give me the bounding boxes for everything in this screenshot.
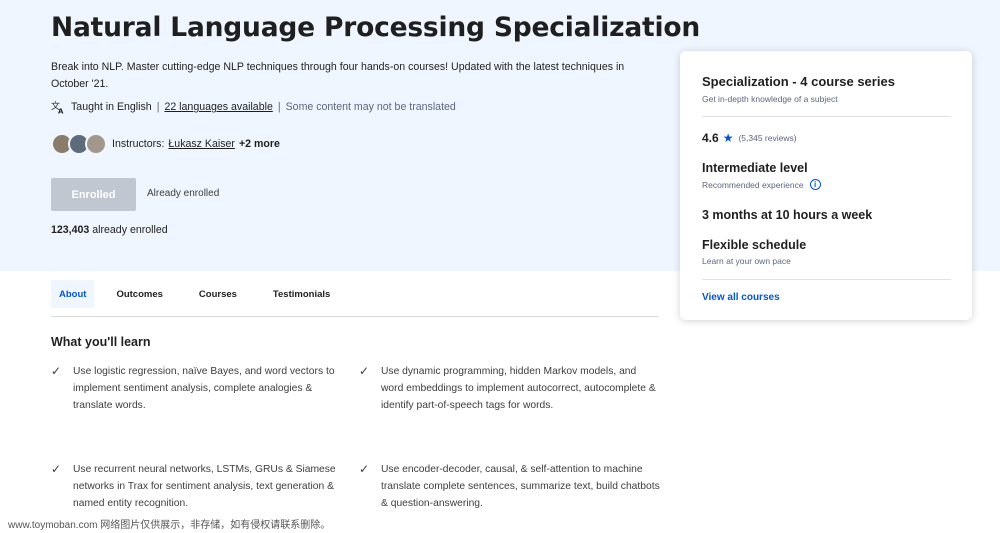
tab-about[interactable]: About xyxy=(51,280,95,308)
check-icon: ✓ xyxy=(359,462,370,476)
enrolled-suffix: already enrolled xyxy=(92,224,168,236)
instructor-avatars[interactable] xyxy=(51,133,107,155)
watermark: www.toymoban.com 网络图片仅供展示，非存储，如有侵权请联系删除。 xyxy=(8,520,331,531)
level-subtitle: Recommended experience i xyxy=(702,179,821,190)
check-icon: ✓ xyxy=(359,364,370,378)
list-item: ✓ Use recurrent neural networks, LSTMs, … xyxy=(51,461,343,512)
section-tabs: About Outcomes Courses Testimonials xyxy=(51,280,358,308)
tabs-divider xyxy=(51,316,658,317)
check-icon: ✓ xyxy=(51,462,62,476)
instructors-row: Instructors: Łukasz Kaiser +2 more xyxy=(51,133,280,155)
learn-item-text: Use dynamic programming, hidden Markov m… xyxy=(381,366,656,411)
list-item: ✓ Use logistic regression, naïve Bayes, … xyxy=(51,363,343,414)
reviews-count[interactable]: (5,345 reviews) xyxy=(738,133,796,143)
schedule-title: Flexible schedule xyxy=(702,238,807,252)
learn-section-title: What you'll learn xyxy=(51,335,151,349)
check-icon: ✓ xyxy=(51,364,62,378)
list-item: ✓ Use dynamic programming, hidden Markov… xyxy=(359,363,661,414)
svg-text:A: A xyxy=(58,108,64,115)
divider xyxy=(702,279,951,280)
info-icon[interactable]: i xyxy=(809,179,821,190)
rating-value: 4.6 xyxy=(702,131,719,145)
tab-testimonials[interactable]: Testimonials xyxy=(265,280,338,308)
specialization-card: Specialization - 4 course series Get in-… xyxy=(680,51,972,320)
instructors-label: Instructors: xyxy=(112,138,165,150)
learn-item-text: Use encoder-decoder, causal, & self-atte… xyxy=(381,464,660,509)
tab-courses[interactable]: Courses xyxy=(191,280,245,308)
enrolled-number: 123,403 xyxy=(51,224,90,236)
level-title: Intermediate level xyxy=(702,161,808,175)
tab-outcomes[interactable]: Outcomes xyxy=(108,280,170,308)
separator: | xyxy=(277,101,281,113)
course-description: Break into NLP. Master cutting-edge NLP … xyxy=(51,61,625,90)
list-item: ✓ Use encoder-decoder, causal, & self-at… xyxy=(359,461,661,512)
star-icon: ★ xyxy=(722,131,734,145)
language-row: 文 A Taught in English | 22 languages ava… xyxy=(51,100,456,114)
translation-note: Some content may not be translated xyxy=(285,101,456,113)
duration: 3 months at 10 hours a week xyxy=(702,208,873,222)
taught-in-label: Taught in English xyxy=(71,101,152,113)
avatar xyxy=(85,133,107,155)
view-all-courses-link[interactable]: View all courses xyxy=(702,292,780,303)
series-subtitle: Get in-depth knowledge of a subject xyxy=(702,94,838,104)
learn-item-text: Use logistic regression, naïve Bayes, an… xyxy=(73,366,335,411)
more-instructors-link[interactable]: +2 more xyxy=(239,138,280,150)
recommended-experience-label: Recommended experience xyxy=(702,179,804,190)
enrolled-count: 123,403 already enrolled xyxy=(51,224,168,236)
learn-item-text: Use recurrent neural networks, LSTMs, GR… xyxy=(73,464,336,509)
rating: 4.6 ★ (5,345 reviews) xyxy=(702,131,797,145)
divider xyxy=(702,116,951,117)
series-title: Specialization - 4 course series xyxy=(702,74,895,89)
translate-icon: 文 A xyxy=(51,100,64,115)
page-title: Natural Language Processing Specializati… xyxy=(51,12,701,43)
enrolled-button[interactable]: Enrolled xyxy=(51,178,136,211)
schedule-subtitle: Learn at your own pace xyxy=(702,256,791,266)
instructor-link[interactable]: Łukasz Kaiser xyxy=(168,138,235,150)
separator: | xyxy=(156,101,160,113)
languages-link[interactable]: 22 languages available xyxy=(164,101,272,113)
enroll-status: Already enrolled xyxy=(147,188,220,199)
